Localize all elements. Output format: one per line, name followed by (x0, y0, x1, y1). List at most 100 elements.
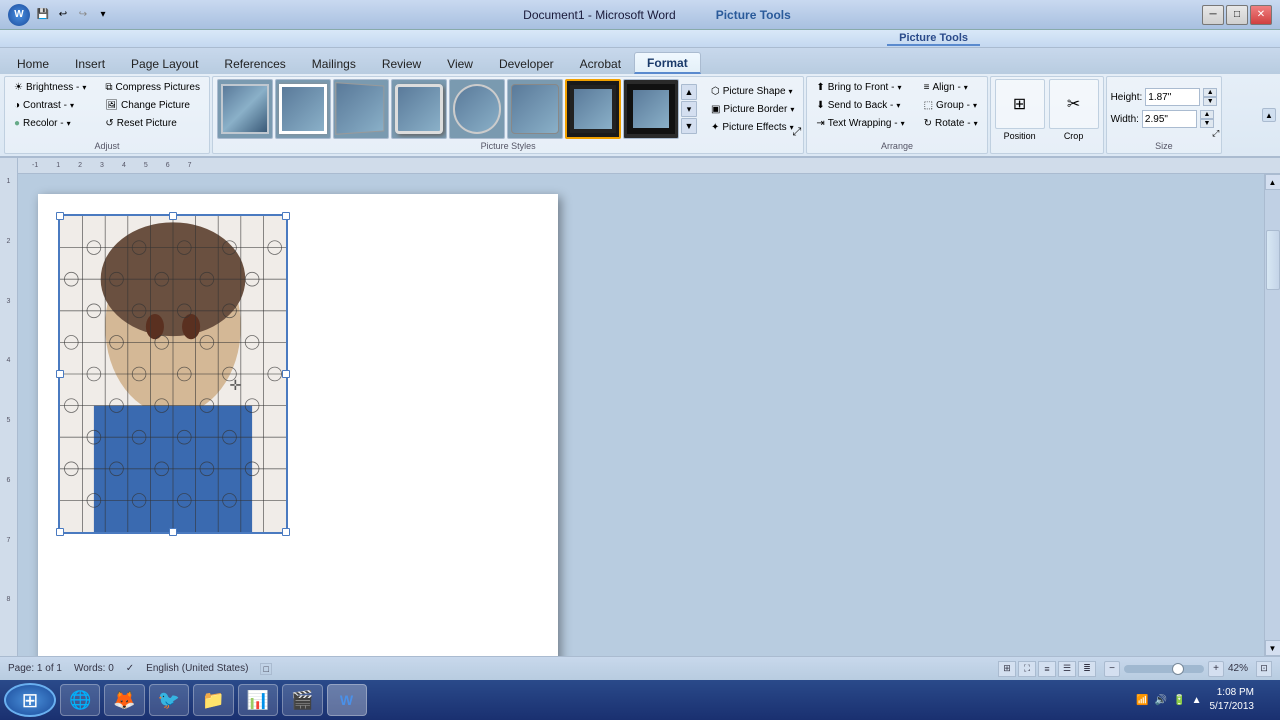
handle-bot-left[interactable] (56, 528, 64, 536)
picture-style-6[interactable] (507, 79, 563, 139)
customize-quick-btn[interactable]: ▾ (94, 6, 112, 24)
tab-developer[interactable]: Developer (486, 52, 567, 74)
outline-view-btn[interactable]: ☰ (1058, 661, 1076, 677)
width-up-button[interactable]: ▲ (1200, 110, 1214, 119)
arrange-label: Arrange (807, 141, 986, 151)
handle-top-right[interactable] (282, 212, 290, 220)
brightness-dropdown-icon[interactable]: ▾ (82, 83, 86, 92)
taskbar-browser-3[interactable]: 🐦 (149, 684, 189, 716)
words-status: Words: 0 (74, 663, 114, 674)
ribbon-expand[interactable]: ▲ (1262, 76, 1276, 154)
ruler-num-3: 3 (0, 298, 17, 358)
handle-top-mid[interactable] (169, 212, 177, 220)
compress-pictures-button[interactable]: ⧉ Compress Pictures (100, 79, 205, 96)
tab-view[interactable]: View (434, 52, 486, 74)
taskbar-browser-1[interactable]: 🌐 (60, 684, 100, 716)
styles-scroll-down[interactable]: ▼ (681, 118, 697, 134)
clock[interactable]: 1:08 PM 5/17/2013 (1210, 686, 1255, 714)
change-picture-button[interactable]: 🖼 Change Picture (100, 97, 205, 114)
taskbar-media[interactable]: 🎬 (282, 684, 322, 716)
tab-acrobat[interactable]: Acrobat (567, 52, 634, 74)
tab-page-layout[interactable]: Page Layout (118, 52, 211, 74)
picture-shape-button[interactable]: ⬡ Picture Shape ▾ (706, 83, 799, 100)
crop-button[interactable]: ✂ (1049, 79, 1099, 129)
draft-view-btn[interactable]: ≣ (1078, 661, 1096, 677)
brightness-button[interactable]: ☀ Brightness - ▾ (9, 79, 91, 96)
contrast-dropdown-icon[interactable]: ▾ (70, 101, 74, 110)
width-down-button[interactable]: ▼ (1200, 119, 1214, 128)
text-wrapping-button[interactable]: ⇥ Text Wrapping - ▾ (811, 115, 909, 132)
handle-bot-right[interactable] (282, 528, 290, 536)
undo-quick-btn[interactable]: ↩ (54, 6, 72, 24)
scroll-up-button[interactable]: ▲ (1265, 174, 1280, 190)
height-down-button[interactable]: ▼ (1203, 97, 1217, 106)
picture-effects-button[interactable]: ✦ Picture Effects ▾ (706, 119, 799, 136)
start-button[interactable]: ⊞ (4, 683, 56, 717)
tray-expand[interactable]: ▲ (1192, 695, 1202, 706)
print-layout-btn[interactable]: ⊞ (998, 661, 1016, 677)
height-up-button[interactable]: ▲ (1203, 88, 1217, 97)
picture-styles-expand[interactable]: ⤢ (793, 126, 802, 139)
recolor-dropdown-icon[interactable]: ▾ (67, 119, 71, 128)
send-back-button[interactable]: ⬇ Send to Back - ▾ (811, 97, 909, 114)
contrast-button[interactable]: ◑ Contrast - ▾ (9, 97, 91, 114)
rotate-button[interactable]: ↻ Rotate - ▾ (919, 115, 983, 132)
ribbon-collapse-button[interactable]: ▲ (1262, 108, 1276, 122)
fit-page-button[interactable]: ⊡ (1256, 661, 1272, 677)
minimize-button[interactable]: ─ (1202, 5, 1224, 25)
handle-bot-mid[interactable] (169, 528, 177, 536)
picture-container[interactable]: ✛ (58, 214, 288, 534)
tab-review[interactable]: Review (369, 52, 434, 74)
redo-quick-btn[interactable]: ↪ (74, 6, 92, 24)
zoom-out-button[interactable]: − (1104, 661, 1120, 677)
picture-border-button[interactable]: ▣ Picture Border ▾ (706, 101, 799, 118)
picture-style-7[interactable] (565, 79, 621, 139)
handle-mid-left[interactable] (56, 370, 64, 378)
zoom-thumb[interactable] (1172, 663, 1184, 675)
zoom-track[interactable] (1124, 665, 1204, 673)
handle-top-left[interactable] (56, 212, 64, 220)
picture-style-4[interactable] (391, 79, 447, 139)
web-layout-btn[interactable]: ≡ (1038, 661, 1056, 677)
taskbar-browser-2[interactable]: 🦊 (104, 684, 144, 716)
width-input[interactable] (1142, 110, 1197, 128)
group-button[interactable]: ⬚ Group - ▾ (919, 97, 983, 114)
maximize-button[interactable]: □ (1226, 5, 1248, 25)
size-expand-button[interactable]: ⤢ (1212, 128, 1219, 139)
tab-format[interactable]: Format (634, 52, 701, 74)
zoom-in-button[interactable]: + (1208, 661, 1224, 677)
handle-mid-right[interactable] (282, 370, 290, 378)
width-field: Width: ▲ ▼ (1111, 110, 1214, 128)
taskbar-explorer[interactable]: 📁 (193, 684, 233, 716)
tab-references[interactable]: References (211, 52, 298, 74)
align-button[interactable]: ≡ Align - ▾ (919, 79, 983, 96)
scroll-thumb[interactable] (1266, 230, 1280, 290)
tab-mailings[interactable]: Mailings (299, 52, 369, 74)
taskbar-excel[interactable]: 📊 (238, 684, 278, 716)
full-screen-btn[interactable]: ⛶ (1018, 661, 1036, 677)
close-button[interactable]: ✕ (1250, 5, 1272, 25)
bring-front-button[interactable]: ⬆ Bring to Front - ▾ (811, 79, 909, 96)
styles-scroll-more[interactable]: ▾ (681, 101, 697, 117)
tab-insert[interactable]: Insert (62, 52, 118, 74)
picture-style-3[interactable] (333, 79, 389, 139)
picture-style-2[interactable] (275, 79, 331, 139)
recolor-button[interactable]: ● Recolor - ▾ (9, 115, 91, 132)
picture-style-8[interactable] (623, 79, 679, 139)
picture-style-1[interactable] (217, 79, 273, 139)
reset-picture-button[interactable]: ↺ Reset Picture (100, 115, 205, 132)
save-quick-btn[interactable]: 💾 (34, 6, 52, 24)
reset-picture-icon: ↺ (105, 118, 113, 129)
adjust-group: ☀ Brightness - ▾ ◑ Contrast - ▾ ● Recolo… (4, 76, 210, 154)
scroll-down-button[interactable]: ▼ (1265, 640, 1280, 656)
position-button[interactable]: ⊞ (995, 79, 1045, 129)
scroll-track[interactable] (1265, 190, 1280, 640)
styles-scroll-up[interactable]: ▲ (681, 84, 697, 100)
taskbar-word[interactable]: W (327, 684, 367, 716)
page-area: ✛ ▲ (18, 174, 1280, 656)
picture-style-5[interactable] (449, 79, 505, 139)
tab-home[interactable]: Home (4, 52, 62, 74)
vertical-ruler: 1 2 3 4 5 6 7 8 (0, 158, 18, 656)
height-input[interactable] (1145, 88, 1200, 106)
ruler-num-7: 7 (0, 537, 17, 597)
